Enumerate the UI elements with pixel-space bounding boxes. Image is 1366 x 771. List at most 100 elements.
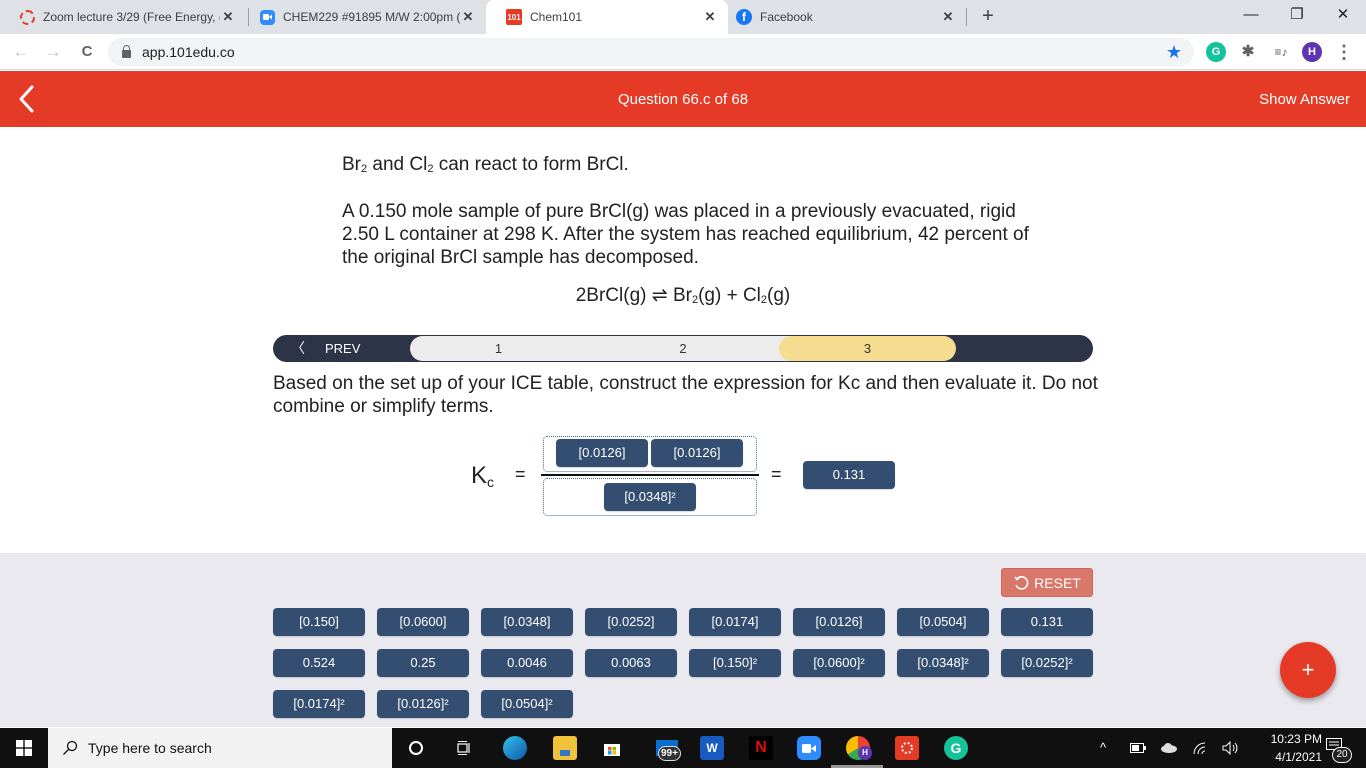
equation-text: 2BrCl(g) ⇌ Br <box>575 285 692 306</box>
search-icon <box>63 740 78 755</box>
answer-tile[interactable]: [0.0348]² <box>897 649 989 677</box>
answer-tile[interactable]: [0.0126]² <box>377 690 469 718</box>
taskbar-search-input[interactable]: Type here to search <box>48 728 392 768</box>
cortana-icon[interactable] <box>404 736 428 760</box>
profile-avatar[interactable]: H <box>1302 42 1322 62</box>
browser-toolbar: ← → C app.101edu.co ★ G ✱ ≡♪ H ⋮ <box>0 34 1366 70</box>
equals-sign: = <box>515 464 526 484</box>
show-answer-button[interactable]: Show Answer <box>1259 91 1350 108</box>
answer-tile[interactable]: [0.0348] <box>481 608 573 636</box>
search-placeholder: Type here to search <box>88 740 212 756</box>
new-tab-button[interactable]: + <box>976 4 1000 28</box>
minimize-button[interactable]: — <box>1228 0 1274 30</box>
answer-tile[interactable]: 0.0046 <box>481 649 573 677</box>
kc-label: Kc <box>471 462 494 490</box>
numerator-tile[interactable]: [0.0126] <box>556 439 648 467</box>
answer-tile[interactable]: [0.0504] <box>897 608 989 636</box>
bookmark-star-icon[interactable]: ★ <box>1166 42 1182 62</box>
answer-tile[interactable]: 0.0063 <box>585 649 677 677</box>
windows-taskbar: Type here to search 99+ W N H G ^ 10:23 … <box>0 728 1366 768</box>
edge-browser-icon[interactable] <box>503 736 527 760</box>
intro-text: can react to form BrCl. <box>433 154 629 175</box>
address-bar[interactable]: app.101edu.co <box>108 38 1194 66</box>
clock-time: 10:23 PM <box>1270 732 1322 746</box>
prev-button[interactable]: 〈 PREV <box>291 335 360 362</box>
tab-close-icon[interactable]: ✕ <box>220 9 236 25</box>
tab-facebook[interactable]: f Facebook ✕ <box>716 0 966 34</box>
answer-tile[interactable]: [0.0252]² <box>1001 649 1093 677</box>
step-2[interactable]: 2 <box>593 336 773 361</box>
zoom-app-icon[interactable] <box>797 736 821 760</box>
wifi-icon[interactable] <box>1192 728 1208 768</box>
back-button[interactable]: ← <box>10 41 32 63</box>
extensions-puzzle-icon[interactable]: ✱ <box>1238 42 1258 62</box>
chrome-taskbar-icon[interactable]: H <box>846 736 872 760</box>
chemical-equation: 2BrCl(g) ⇌ Br2(g) + Cl2(g) <box>0 284 1366 307</box>
tray-overflow-chevron[interactable]: ^ <box>1100 728 1106 768</box>
word-icon[interactable]: W <box>700 736 724 760</box>
tab-chem101[interactable]: 101 Chem101 ✕ <box>486 0 728 34</box>
netflix-icon[interactable]: N <box>749 736 773 760</box>
numerator-tile[interactable]: [0.0126] <box>651 439 743 467</box>
mail-icon[interactable]: 99+ <box>650 736 684 761</box>
notification-center-icon[interactable]: 20 <box>1326 728 1356 768</box>
file-explorer-icon[interactable] <box>553 736 577 760</box>
tab-title: CHEM229 #91895 M/W 2:00pm ( <box>283 10 460 24</box>
answer-tile[interactable]: [0.0600] <box>377 608 469 636</box>
tab-close-icon[interactable]: ✕ <box>940 9 956 25</box>
zoom-circle-icon <box>20 9 35 25</box>
tab-zoom-lecture[interactable]: Zoom lecture 3/29 (Free Energy, ( ✕ <box>0 0 246 34</box>
answer-tile[interactable]: [0.150]² <box>689 649 781 677</box>
volume-icon[interactable] <box>1222 728 1240 768</box>
answer-tile[interactable]: [0.0600]² <box>793 649 885 677</box>
grammarly-taskbar-icon[interactable]: G <box>944 736 968 760</box>
step-3[interactable]: 3 <box>779 336 956 361</box>
microsoft-store-icon[interactable] <box>600 736 624 760</box>
reset-label: RESET <box>1034 574 1081 591</box>
facebook-icon: f <box>736 9 752 25</box>
tab-separator <box>966 8 967 26</box>
equation-text: (g) <box>767 285 791 306</box>
grammarly-extension-icon[interactable]: G <box>1206 42 1226 62</box>
reset-button[interactable]: RESET <box>1001 568 1093 597</box>
fraction-line <box>541 474 759 476</box>
zoom-video-icon <box>260 9 275 25</box>
subscript: c <box>487 474 495 490</box>
step-navigator: 〈 PREV 1 2 3 <box>273 335 1093 362</box>
intro-text: and Cl <box>367 154 428 175</box>
answer-tile[interactable]: [0.0174]² <box>273 690 365 718</box>
clock-date: 4/1/2021 <box>1275 750 1322 764</box>
denominator-tile[interactable]: [0.0348]² <box>604 483 696 511</box>
lock-icon <box>122 44 131 58</box>
answer-tile[interactable]: 0.131 <box>1001 608 1093 636</box>
answer-tile[interactable]: [0.150] <box>273 608 365 636</box>
media-control-icon[interactable]: ≡♪ <box>1269 42 1293 62</box>
equals-sign: = <box>771 464 782 484</box>
answer-tile[interactable]: [0.0126] <box>793 608 885 636</box>
forward-button[interactable]: → <box>42 41 64 63</box>
browser-menu-icon[interactable]: ⋮ <box>1334 42 1354 62</box>
add-fab-button[interactable]: + <box>1280 642 1336 698</box>
reload-button[interactable]: C <box>76 41 98 63</box>
canvas-icon[interactable] <box>895 736 919 760</box>
equation-text: (g) + Cl <box>698 285 761 306</box>
result-tile[interactable]: 0.131 <box>803 461 895 489</box>
answer-tile[interactable]: [0.0252] <box>585 608 677 636</box>
restore-button[interactable]: ❐ <box>1274 0 1320 30</box>
prev-label: PREV <box>325 341 361 356</box>
battery-icon[interactable] <box>1130 728 1146 768</box>
app-header: Question 66.c of 68 Show Answer <box>0 71 1366 127</box>
answer-tile[interactable]: [0.0504]² <box>481 690 573 718</box>
browser-tab-strip: Zoom lecture 3/29 (Free Energy, ( ✕ CHEM… <box>0 0 1366 34</box>
tab-close-icon[interactable]: ✕ <box>460 9 476 25</box>
answer-tile[interactable]: 0.25 <box>377 649 469 677</box>
task-view-icon[interactable] <box>452 736 476 760</box>
onedrive-icon[interactable] <box>1160 728 1178 768</box>
tab-chem229[interactable]: CHEM229 #91895 M/W 2:00pm ( ✕ <box>240 0 486 34</box>
step-1[interactable]: 1 <box>410 336 587 361</box>
windows-start-icon[interactable] <box>0 728 48 768</box>
answer-tile[interactable]: [0.0174] <box>689 608 781 636</box>
close-window-button[interactable]: ✕ <box>1320 0 1366 30</box>
answer-tile-bank: RESET [0.150] [0.0600] [0.0348] [0.0252] [0.… <box>0 553 1366 727</box>
answer-tile[interactable]: 0.524 <box>273 649 365 677</box>
